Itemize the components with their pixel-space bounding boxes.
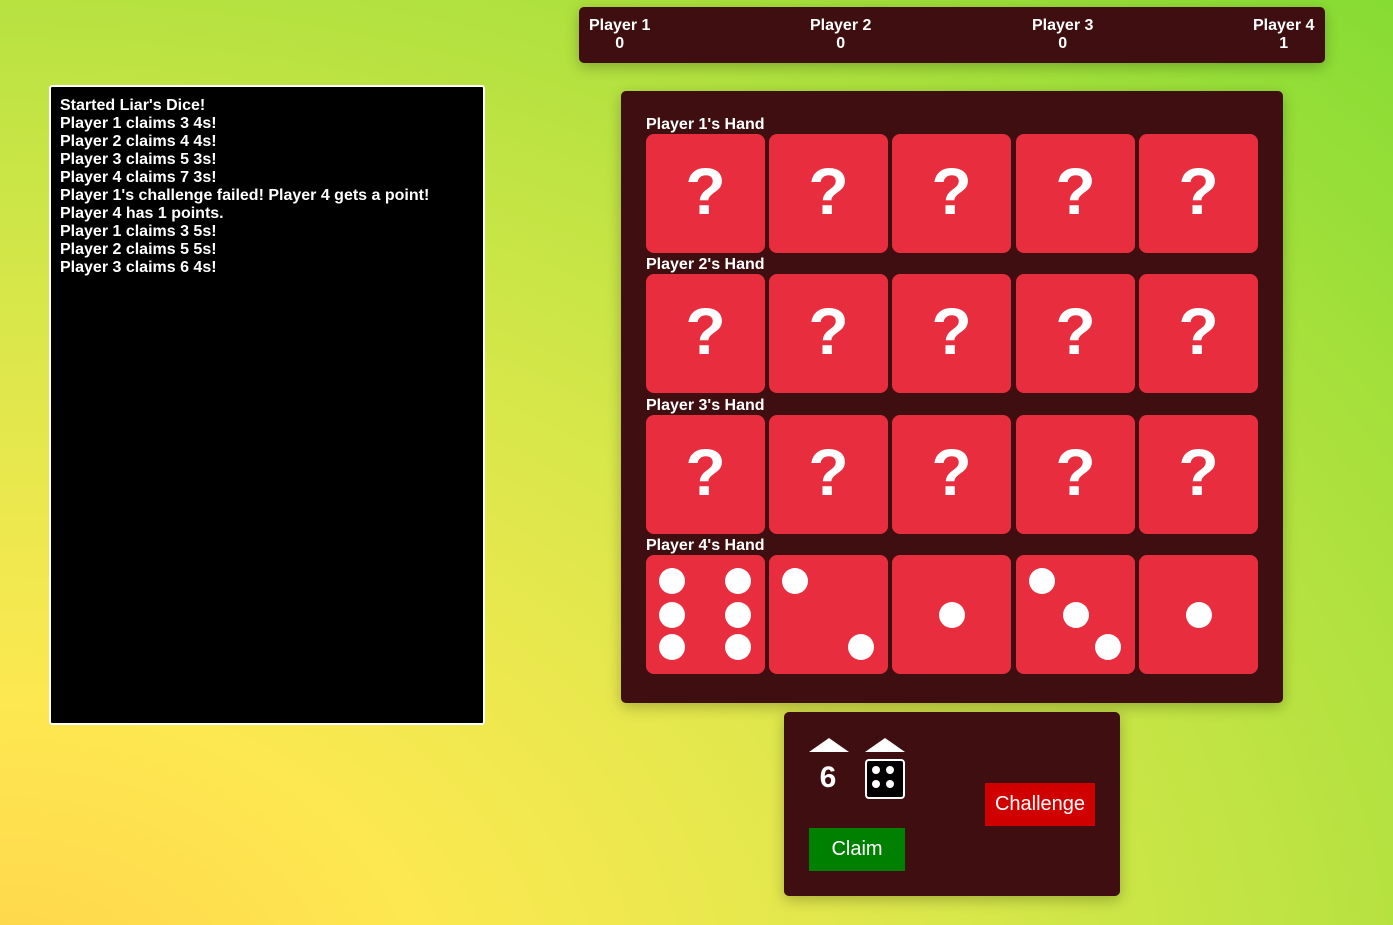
log-line: Started Liar's Dice! (60, 97, 206, 114)
log-line: Player 3 claims 5 3s! (60, 151, 217, 168)
hand-label: Player 2's Hand (646, 256, 765, 273)
hidden-die: ? (892, 274, 1011, 393)
die-face-6[interactable] (646, 555, 765, 674)
claim-quantity[interactable]: 6 (808, 762, 848, 794)
log-line: Player 2 claims 5 5s! (60, 241, 217, 258)
die-pip (782, 568, 808, 594)
die-pip (1029, 568, 1055, 594)
question-mark-icon: ? (808, 435, 849, 509)
score-player-points: 0 (615, 35, 625, 52)
score-player-points: 1 (1279, 35, 1289, 52)
score-player-1: Player 1 0 (589, 17, 650, 53)
mini-die-pip (886, 766, 894, 774)
question-mark-icon: ? (1178, 154, 1219, 228)
game-log[interactable]: Started Liar's Dice! Player 1 claims 3 4… (49, 85, 485, 725)
question-mark-icon: ? (685, 435, 726, 509)
hidden-die: ? (646, 274, 765, 393)
log-line: Player 1's challenge failed! Player 4 ge… (60, 187, 430, 204)
hidden-die: ? (1139, 274, 1258, 393)
log-line: Player 3 claims 6 4s! (60, 259, 217, 276)
log-line: Player 4 claims 7 3s! (60, 169, 217, 186)
hidden-die: ? (892, 415, 1011, 534)
score-player-3: Player 3 0 (1032, 17, 1093, 53)
die-pip (725, 601, 751, 628)
hidden-die: ? (1016, 274, 1135, 393)
die-pip (1095, 634, 1121, 660)
face-increment-icon[interactable] (865, 738, 905, 752)
scoreboard: Player 1 0 Player 2 0 Player 3 0 Player … (579, 7, 1325, 63)
question-mark-icon: ? (685, 294, 726, 368)
quantity-increment-icon[interactable] (809, 738, 849, 752)
question-mark-icon: ? (1178, 294, 1219, 368)
die-pip (725, 568, 751, 594)
die-pip (848, 634, 874, 660)
question-mark-icon: ? (1055, 435, 1096, 509)
mini-die-pip (872, 766, 880, 774)
hidden-die: ? (1139, 134, 1258, 253)
log-line: Player 4 has 1 points. (60, 205, 224, 222)
die-pip (659, 634, 685, 660)
hidden-die: ? (1139, 415, 1258, 534)
log-line: Player 2 claims 4 4s! (60, 133, 217, 150)
claim-controls: 6 Claim Challenge (784, 712, 1120, 896)
die-pip (659, 601, 685, 628)
question-mark-icon: ? (1055, 294, 1096, 368)
hidden-die: ? (646, 415, 765, 534)
die-face-1[interactable] (1139, 555, 1258, 674)
challenge-button[interactable]: Challenge (985, 783, 1095, 826)
hidden-die: ? (769, 415, 888, 534)
question-mark-icon: ? (1178, 435, 1219, 509)
score-player-2: Player 2 0 (810, 17, 871, 53)
hand-label: Player 3's Hand (646, 397, 765, 414)
score-player-name: Player 1 (589, 17, 651, 34)
hidden-die: ? (646, 134, 765, 253)
hidden-die: ? (892, 134, 1011, 253)
question-mark-icon: ? (808, 154, 849, 228)
mini-die-pip (872, 780, 880, 788)
score-player-4: Player 4 1 (1253, 17, 1314, 53)
log-line: Player 1 claims 3 5s! (60, 223, 217, 240)
question-mark-icon: ? (808, 294, 849, 368)
die-pip (1185, 601, 1212, 628)
hidden-die: ? (1016, 134, 1135, 253)
log-line: Player 1 claims 3 4s! (60, 115, 217, 132)
question-mark-icon: ? (685, 154, 726, 228)
claim-face-die-icon[interactable] (865, 759, 905, 799)
die-face-1[interactable] (892, 555, 1011, 674)
hidden-die: ? (1016, 415, 1135, 534)
die-face-3[interactable] (1016, 555, 1135, 674)
hand-label: Player 4's Hand (646, 537, 765, 554)
score-player-name: Player 4 (1253, 17, 1315, 34)
die-pip (938, 601, 965, 628)
die-face-2[interactable] (769, 555, 888, 674)
hidden-die: ? (769, 274, 888, 393)
hand-label: Player 1's Hand (646, 116, 765, 133)
score-player-name: Player 2 (810, 17, 872, 34)
score-player-points: 0 (836, 35, 846, 52)
question-mark-icon: ? (1055, 154, 1096, 228)
hidden-die: ? (769, 134, 888, 253)
claim-button[interactable]: Claim (809, 828, 905, 871)
score-player-points: 0 (1058, 35, 1068, 52)
question-mark-icon: ? (931, 435, 972, 509)
mini-die-pip (886, 780, 894, 788)
question-mark-icon: ? (931, 154, 972, 228)
die-pip (1062, 601, 1089, 628)
die-pip (725, 634, 751, 660)
score-player-name: Player 3 (1032, 17, 1094, 34)
question-mark-icon: ? (931, 294, 972, 368)
game-board: Player 1's Hand????? Player 2's Hand?????… (621, 91, 1283, 703)
die-pip (659, 568, 685, 594)
